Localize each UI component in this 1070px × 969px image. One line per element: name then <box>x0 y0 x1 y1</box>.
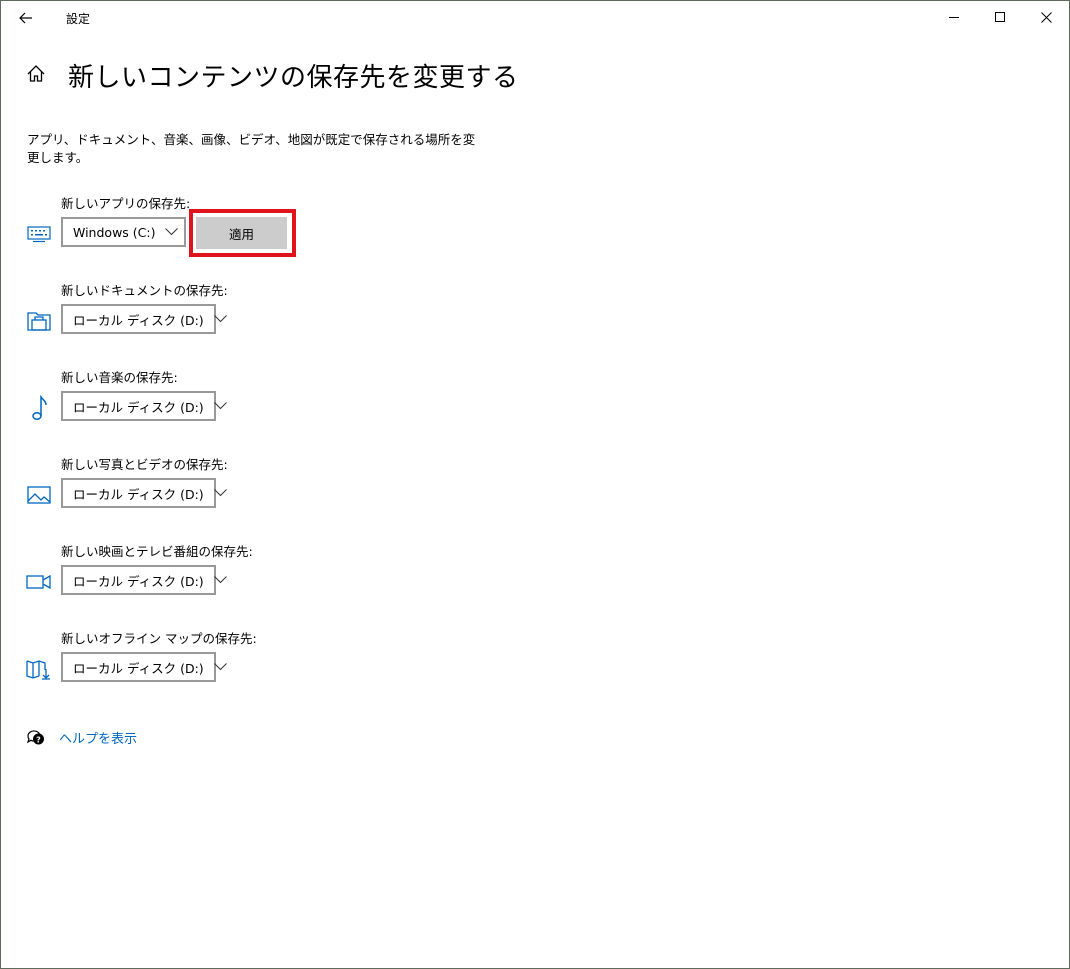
music-location-dropdown[interactable]: ローカル ディスク (D:) <box>61 391 227 421</box>
maximize-button[interactable] <box>977 1 1023 33</box>
close-icon <box>1040 11 1052 23</box>
apps-location-dropdown[interactable]: Windows (C:) <box>61 217 186 247</box>
setting-group-movies: 新しい映画とテレビ番組の保存先: ローカル ディスク (D:) <box>1 541 601 621</box>
chevron-down-icon <box>165 227 179 237</box>
chevron-down-icon <box>213 401 227 411</box>
dropdown-value: ローカル ディスク (D:) <box>73 573 204 589</box>
maps-location-dropdown[interactable]: ローカル ディスク (D:) <box>61 652 227 682</box>
minimize-icon <box>948 16 959 18</box>
help-link[interactable]: ヘルプを表示 <box>59 728 137 747</box>
back-button[interactable] <box>11 5 41 31</box>
setting-label: 新しい映画とテレビ番組の保存先: <box>61 544 253 559</box>
apply-button[interactable]: 適用 <box>196 217 287 249</box>
help-chat-icon: ? <box>26 727 46 747</box>
setting-label: 新しいオフライン マップの保存先: <box>61 631 257 646</box>
back-arrow-icon <box>19 12 32 24</box>
map-download-icon <box>26 656 52 682</box>
chevron-down-icon <box>213 575 227 585</box>
svg-text:?: ? <box>36 736 41 745</box>
title-bar: 設定 <box>1 1 1069 33</box>
page-title: 新しいコンテンツの保存先を変更する <box>68 63 519 93</box>
chevron-down-icon <box>213 314 227 324</box>
setting-label: 新しいドキュメントの保存先: <box>61 283 228 298</box>
setting-group-music: 新しい音楽の保存先: ローカル ディスク (D:) <box>1 367 601 447</box>
maximize-icon <box>994 11 1005 22</box>
setting-label: 新しい写真とビデオの保存先: <box>61 457 228 472</box>
setting-label: 新しい音楽の保存先: <box>61 370 178 385</box>
dropdown-value: ローカル ディスク (D:) <box>73 660 204 676</box>
settings-window: 設定 新しいコンテンツの保存先を変更する アプリ、ドキュメント、音楽、画像、ビデ… <box>0 0 1070 969</box>
minimize-button[interactable] <box>931 1 977 33</box>
dropdown-value: Windows (C:) <box>73 224 156 240</box>
setting-label: 新しいアプリの保存先: <box>61 196 191 211</box>
setting-group-apps: 新しいアプリの保存先: Windows (C:) <box>1 193 601 273</box>
keyboard-icon <box>26 221 52 247</box>
close-button[interactable] <box>1023 1 1069 33</box>
dropdown-value: ローカル ディスク (D:) <box>73 486 204 502</box>
photos-location-dropdown[interactable]: ローカル ディスク (D:) <box>61 478 227 508</box>
chevron-down-icon <box>213 662 227 672</box>
video-camera-icon <box>26 569 52 595</box>
picture-icon <box>26 482 52 508</box>
setting-group-photos: 新しい写真とビデオの保存先: ローカル ディスク (D:) <box>1 454 601 534</box>
setting-group-documents: 新しいドキュメントの保存先: ローカル ディスク (D:) <box>1 280 601 360</box>
chevron-down-icon <box>213 488 227 498</box>
music-note-icon <box>26 395 52 421</box>
page-description: アプリ、ドキュメント、音楽、画像、ビデオ、地図が既定で保存される場所を変更します… <box>27 132 476 165</box>
setting-group-maps: 新しいオフライン マップの保存先: ローカル ディスク (D:) <box>1 628 601 708</box>
window-title: 設定 <box>66 12 91 26</box>
dropdown-value: ローカル ディスク (D:) <box>73 399 204 415</box>
movies-location-dropdown[interactable]: ローカル ディスク (D:) <box>61 565 227 595</box>
folder-icon <box>26 308 52 334</box>
home-icon[interactable] <box>25 63 49 87</box>
documents-location-dropdown[interactable]: ローカル ディスク (D:) <box>61 304 227 334</box>
dropdown-value: ローカル ディスク (D:) <box>73 312 204 328</box>
